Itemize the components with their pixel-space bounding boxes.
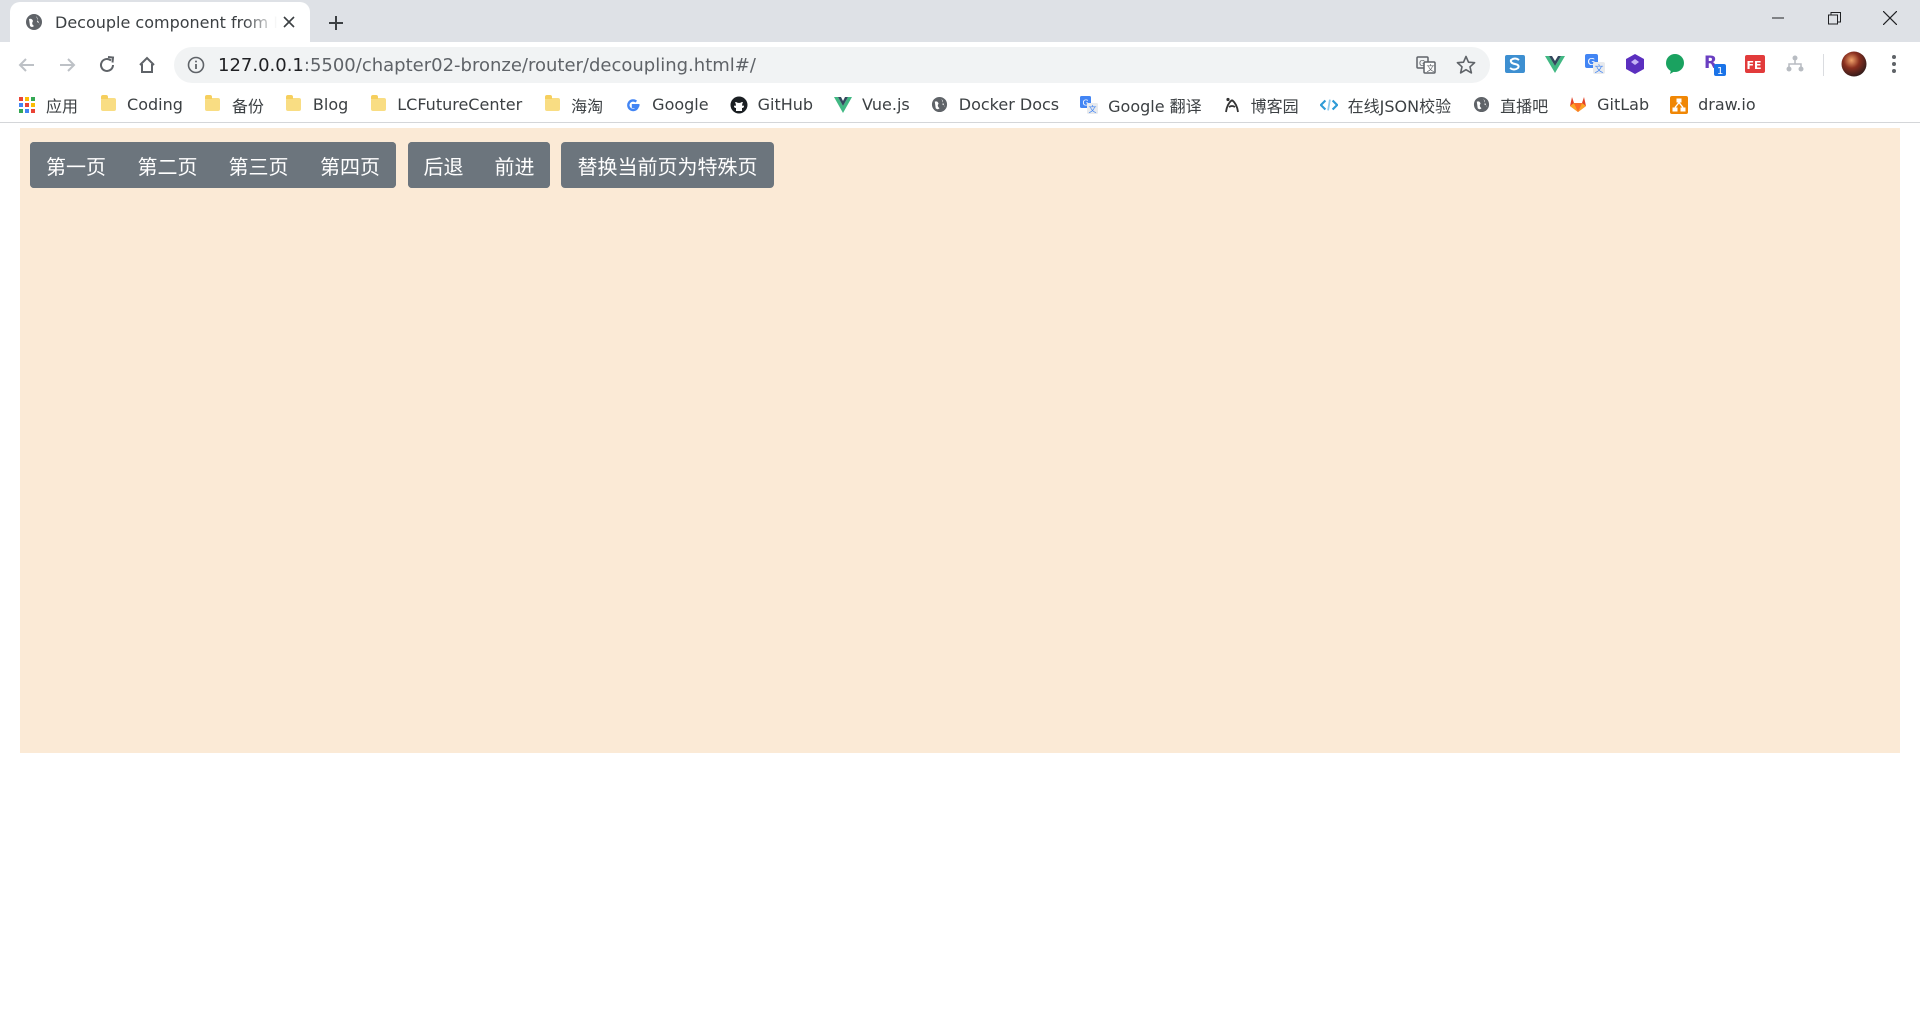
address-bar[interactable]: 127.0.0.1:5500/chapter02-bronze/router/d… <box>174 47 1490 83</box>
page-nav-group: 第一页 第二页 第三页 第四页 <box>30 142 396 188</box>
forward-arrow-icon[interactable] <box>50 48 84 82</box>
bookmark-label: Google 翻译 <box>1108 96 1202 116</box>
github-icon <box>730 96 748 114</box>
bookmark-label: draw.io <box>1698 95 1756 114</box>
bookmark-label: 备份 <box>231 96 264 116</box>
extension-s-icon[interactable] <box>1503 52 1527 76</box>
svg-text:文: 文 <box>1595 63 1604 75</box>
back-button[interactable]: 后退 <box>408 142 479 188</box>
folder-icon <box>543 95 561 114</box>
r-extension-icon[interactable]: R1 <box>1703 52 1727 76</box>
bookmark-item[interactable]: GitLab <box>1569 91 1658 119</box>
bookmark-item[interactable]: 应用 <box>18 91 87 119</box>
drawio-icon <box>1670 95 1689 114</box>
bookmark-item[interactable]: 备份 <box>204 91 273 119</box>
cnblogs-icon <box>1223 96 1241 114</box>
tab-title: Decouple component from Router <box>55 12 277 32</box>
new-tab-button[interactable] <box>322 9 350 37</box>
page-two-button[interactable]: 第二页 <box>122 142 213 188</box>
toolbar-divider <box>1823 54 1824 76</box>
svg-text:FE: FE <box>1747 59 1762 72</box>
page-three-button[interactable]: 第三页 <box>213 142 304 188</box>
vue-icon <box>834 96 853 114</box>
bookmark-item[interactable]: 直播吧 <box>1472 91 1557 119</box>
page-four-button[interactable]: 第四页 <box>304 142 396 188</box>
bookmark-label: 应用 <box>46 96 79 116</box>
folder-icon <box>369 95 387 114</box>
bookmark-label: LCFutureCenter <box>397 95 523 114</box>
close-tab-icon[interactable] <box>280 13 298 31</box>
translate-extension-icon[interactable]: G文 <box>1583 52 1607 76</box>
bookmark-item[interactable]: GitHub <box>730 91 822 119</box>
bookmark-item[interactable]: 海淘 <box>543 91 612 119</box>
browser-tab[interactable]: Decouple component from Router <box>10 2 310 42</box>
svg-text:1: 1 <box>1717 66 1723 76</box>
url-host: 127.0.0.1 <box>218 55 304 76</box>
folder-icon <box>204 95 222 114</box>
reload-icon[interactable] <box>90 48 124 82</box>
replace-group: 替换当前页为特殊页 <box>561 142 774 188</box>
svg-text:文: 文 <box>1089 104 1097 114</box>
page-viewport: 第一页 第二页 第三页 第四页 后退 前进 替换当前页为特殊页 <box>0 124 1920 1029</box>
globe-icon <box>25 13 43 31</box>
apps-grid-icon <box>18 96 36 114</box>
bookmark-label: 博客园 <box>1250 96 1299 116</box>
folder-icon <box>99 95 117 114</box>
bookmark-item[interactable]: draw.io <box>1670 91 1764 119</box>
bookmark-item[interactable]: Docker Docs <box>931 91 1068 119</box>
bookmark-item[interactable]: Blog <box>285 91 357 119</box>
back-arrow-icon[interactable] <box>10 48 44 82</box>
close-window-icon[interactable] <box>1862 0 1918 36</box>
bookmark-label: GitHub <box>757 95 814 114</box>
history-group: 后退 前进 <box>408 142 550 188</box>
bookmark-item[interactable]: 在线JSON校验 <box>1319 91 1460 119</box>
globe-icon <box>1472 96 1490 114</box>
replace-special-page-button[interactable]: 替换当前页为特殊页 <box>561 142 774 188</box>
info-icon[interactable] <box>186 55 206 75</box>
google-icon <box>624 96 642 114</box>
google-translate-icon: G文 <box>1080 95 1099 114</box>
avatar[interactable] <box>1840 50 1868 78</box>
bookmark-label: 海淘 <box>571 96 604 116</box>
page-one-button[interactable]: 第一页 <box>30 142 122 188</box>
forward-button[interactable]: 前进 <box>479 142 550 188</box>
network-extension-icon[interactable] <box>1783 52 1807 76</box>
star-icon[interactable] <box>1454 53 1478 77</box>
folder-icon <box>285 95 303 114</box>
tab-strip: Decouple component from Router <box>0 0 1920 42</box>
cube-extension-icon[interactable] <box>1623 52 1647 76</box>
chat-bubble-icon[interactable] <box>1663 52 1687 76</box>
url-text: 127.0.0.1:5500/chapter02-bronze/router/d… <box>218 55 756 76</box>
bookmarks-bar: 应用 Coding 备份 Blog LCFutureCenter 海淘 Google GitH… <box>0 87 1920 123</box>
bookmark-label: Coding <box>127 95 183 114</box>
bookmark-label: 直播吧 <box>1500 96 1549 116</box>
bookmark-label: Docker Docs <box>958 95 1060 114</box>
bookmark-item[interactable]: Coding <box>99 91 192 119</box>
fe-extension-icon[interactable]: FE <box>1743 52 1767 76</box>
translate-icon[interactable]: G文 <box>1414 53 1438 77</box>
code-icon <box>1319 96 1338 114</box>
menu-dots-icon[interactable] <box>1882 52 1906 76</box>
home-icon[interactable] <box>130 48 164 82</box>
restore-icon[interactable] <box>1806 0 1862 36</box>
bookmark-label: 在线JSON校验 <box>1347 96 1452 116</box>
bookmark-item[interactable]: 博客园 <box>1223 91 1308 119</box>
app-container: 第一页 第二页 第三页 第四页 后退 前进 替换当前页为特殊页 <box>20 128 1900 753</box>
bookmark-label: Blog <box>312 95 349 114</box>
browser-toolbar: 127.0.0.1:5500/chapter02-bronze/router/d… <box>0 42 1920 87</box>
globe-icon <box>931 96 949 114</box>
svg-text:G: G <box>1419 59 1425 68</box>
bookmark-label: Google <box>652 95 709 114</box>
url-path: :5500/chapter02-bronze/router/decoupling… <box>303 55 756 76</box>
gitlab-icon <box>1569 96 1587 114</box>
bookmark-item[interactable]: Google <box>624 91 717 119</box>
vue-devtools-icon[interactable] <box>1543 52 1567 76</box>
bookmark-item[interactable]: G 文 Google 翻译 <box>1080 91 1211 119</box>
bookmark-item[interactable]: Vue.js <box>834 91 919 119</box>
svg-text:文: 文 <box>1427 63 1435 73</box>
minimize-icon[interactable] <box>1750 0 1806 36</box>
bookmark-item[interactable]: LCFutureCenter <box>369 91 531 119</box>
bookmark-label: Vue.js <box>862 95 910 114</box>
bookmark-label: GitLab <box>1597 95 1650 114</box>
